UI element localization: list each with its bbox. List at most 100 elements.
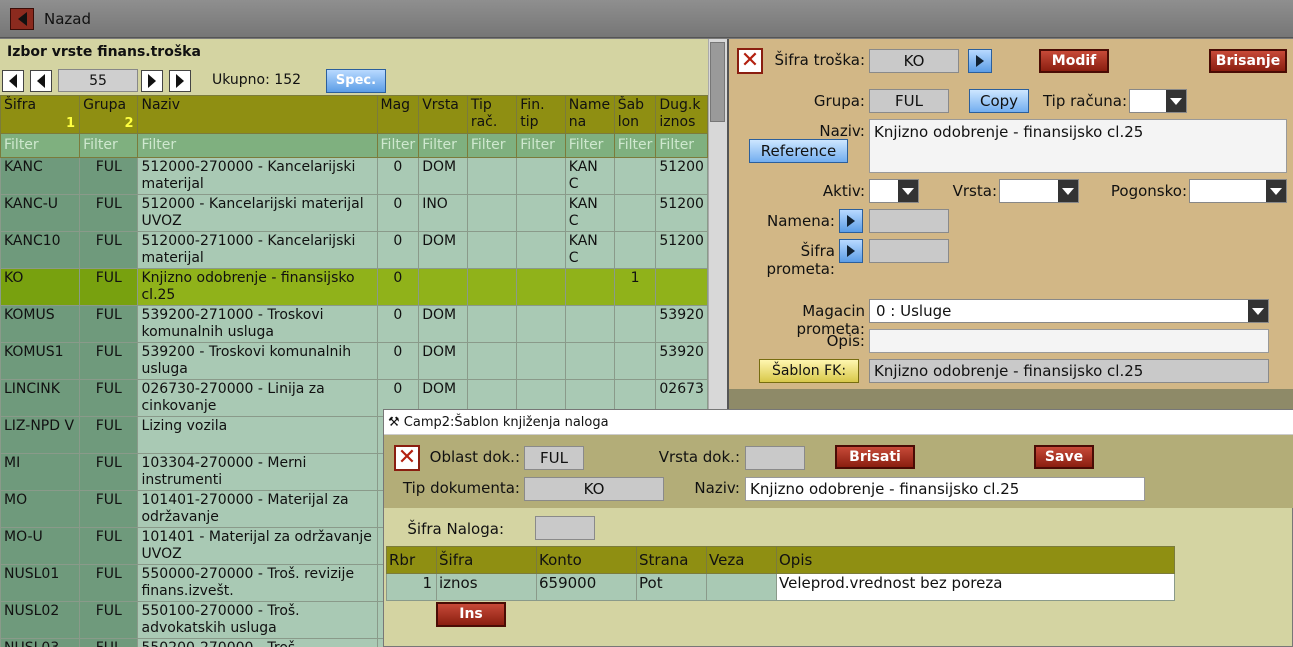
last-page-button[interactable]	[169, 70, 191, 92]
brisanje-button[interactable]: Brisanje	[1209, 49, 1287, 73]
filter-input[interactable]: Filter	[466, 133, 518, 158]
vrsta-dropdown[interactable]	[999, 179, 1079, 203]
col-header-naziv[interactable]: Naziv	[137, 95, 378, 134]
cell-grupa: FUL	[79, 305, 139, 343]
aktiv-dropdown[interactable]	[869, 179, 919, 203]
filter-input[interactable]: Filter	[516, 133, 566, 158]
magacin-dropdown[interactable]: 0 : Usluge	[869, 299, 1269, 323]
close-button[interactable]: ✕	[737, 48, 763, 74]
tip-racuna-dropdown[interactable]	[1129, 89, 1187, 113]
sifra-troska-field[interactable]: KO	[869, 49, 959, 73]
filter-input[interactable]: Filter	[655, 133, 708, 158]
cell-namena: KAN C	[564, 157, 615, 195]
oblast-field[interactable]: FUL	[524, 446, 584, 470]
table-row[interactable]: KOMUS FUL 539200-271000 - Troskovi komunal…	[0, 305, 708, 343]
col-header-grupa[interactable]: Grupa 2	[79, 95, 139, 134]
cell-grupa: FUL	[79, 490, 139, 528]
cell-fin-tip	[516, 305, 566, 343]
template-lines-table: Rbr Šifra Konto Strana Veza Opis 1 iznos 659000…	[386, 546, 1175, 601]
list-scroll-thumb[interactable]	[710, 42, 725, 122]
last-page-icon	[176, 74, 184, 88]
sub-cell-veza	[706, 573, 777, 601]
dialog-save-button[interactable]: Save	[1034, 445, 1094, 469]
cell-naziv: 539200-271000 - Troskovi komunalnih uslu…	[137, 305, 378, 343]
cell-sifra: NUSL01	[0, 564, 81, 602]
sablon-fk-button[interactable]: Šablon FK:	[759, 359, 859, 383]
cell-vrsta: DOM	[418, 157, 468, 195]
col-header-vrsta[interactable]: Vrsta	[418, 95, 468, 134]
naziv-field[interactable]: Knjizno odobrenje - finansijsko cl.25	[869, 119, 1287, 173]
cell-tip-rac	[466, 231, 518, 269]
col-header-sablon[interactable]: Šab lon	[613, 95, 657, 134]
copy-button[interactable]: Copy	[969, 89, 1029, 113]
cell-naziv: 550200-270000 - Troš.	[137, 638, 378, 647]
cell-grupa: FUL	[79, 416, 139, 454]
col-header-tip-rac[interactable]: Tip rač.	[466, 95, 518, 134]
cell-sifra: MO-U	[0, 527, 81, 565]
filter-input[interactable]: Filter	[613, 133, 657, 158]
tip-dokumenta-field[interactable]: KO	[524, 477, 664, 501]
sifra-naloga-field[interactable]	[535, 516, 595, 540]
aktiv-label: Aktiv:	[822, 182, 865, 200]
cell-naziv: 101401-270000 - Materijal za održavanje	[137, 490, 378, 528]
insert-row-button[interactable]: Ins	[436, 602, 506, 627]
back-button[interactable]	[10, 8, 34, 30]
filter-input[interactable]: Filter	[137, 133, 378, 158]
arrow-right-icon	[847, 245, 855, 257]
back-label[interactable]: Nazad	[44, 10, 91, 28]
cell-sifra: MI	[0, 453, 81, 491]
namena-lookup-button[interactable]	[839, 209, 863, 233]
reference-button[interactable]: Reference	[749, 139, 848, 163]
table-row[interactable]: KANC-U FUL 512000 - Kancelarijski materija…	[0, 194, 708, 232]
first-page-button[interactable]	[2, 70, 24, 92]
sifra-prometa-field[interactable]	[869, 239, 949, 263]
spec-button[interactable]: Spec.	[326, 69, 386, 93]
cell-sifra: LINCINK	[0, 379, 81, 417]
filter-input[interactable]: Filter	[0, 133, 81, 158]
table-row[interactable]: KANC10 FUL 512000-271000 - Kancelarijski m…	[0, 231, 708, 269]
col-header-dug-konto[interactable]: Dug.k iznos	[655, 95, 708, 134]
namena-label: Namena:	[766, 212, 835, 230]
cell-fin-tip	[516, 268, 566, 306]
namena-field[interactable]	[869, 209, 949, 233]
col-header-mag[interactable]: Mag	[376, 95, 420, 134]
filter-input[interactable]: Filter	[564, 133, 615, 158]
prev-page-button[interactable]	[30, 70, 52, 92]
cell-naziv: 101401 - Materijal za održavanje UVOZ	[137, 527, 378, 565]
cell-sifra: KANC	[0, 157, 81, 195]
sifra-prometa-lookup-button[interactable]	[839, 239, 863, 263]
grupa-field[interactable]: FUL	[869, 89, 949, 113]
sifra-lookup-button[interactable]	[968, 49, 992, 73]
opis-field[interactable]	[869, 329, 1269, 353]
dialog-close-button[interactable]: ✕	[394, 445, 420, 471]
cell-grupa: FUL	[79, 638, 139, 647]
sablon-fk-field[interactable]: Knjizno odobrenje - finansijsko cl.25	[869, 359, 1269, 383]
vrsta-dok-field[interactable]	[745, 446, 805, 470]
cell-tip-rac	[466, 342, 518, 380]
table-row[interactable]: KOMUS1 FUL 539200 - Troskovi komunalnih us…	[0, 342, 708, 380]
cell-sablon	[613, 231, 657, 269]
col-header-fin-tip[interactable]: Fin. tip	[516, 95, 566, 134]
filter-input[interactable]: Filter	[79, 133, 139, 158]
col-header-sifra[interactable]: Šifra 1	[0, 95, 81, 134]
template-dialog: ⚒ Camp2:Šablon knjiženja naloga ✕ Oblast…	[383, 409, 1293, 647]
modif-button[interactable]: Modif	[1039, 49, 1109, 73]
cell-naziv: 512000-270000 - Kancelarijski materijal	[137, 157, 378, 195]
filter-input[interactable]: Filter	[376, 133, 420, 158]
pogonsko-dropdown[interactable]	[1189, 179, 1287, 203]
cell-grupa: FUL	[79, 453, 139, 491]
tip-dokumenta-label: Tip dokumenta:	[402, 479, 520, 497]
template-line-row[interactable]: 1 iznos 659000 Pot Veleprod.vrednost bez por…	[386, 573, 1175, 601]
next-page-button[interactable]	[141, 70, 163, 92]
col-header-namena[interactable]: Name na	[564, 95, 615, 134]
table-row[interactable]: KO FUL Knjizno odobrenje - finansijsko cl.…	[0, 268, 708, 306]
brisati-button[interactable]: Brisati	[835, 445, 915, 469]
sub-cell-opis[interactable]: Veleprod.vrednost bez poreza	[776, 573, 1175, 601]
cell-fin-tip	[516, 194, 566, 232]
page-number-field[interactable]: 55	[58, 69, 138, 92]
dialog-titlebar[interactable]: ⚒ Camp2:Šablon knjiženja naloga	[384, 410, 1293, 435]
dialog-naziv-field[interactable]: Knjizno odobrenje - finansijsko cl.25	[745, 477, 1145, 501]
filter-input[interactable]: Filter	[418, 133, 468, 158]
sub-cell-rbr: 1	[386, 573, 437, 601]
table-row[interactable]: KANC FUL 512000-270000 - Kancelarijski mat…	[0, 157, 708, 195]
